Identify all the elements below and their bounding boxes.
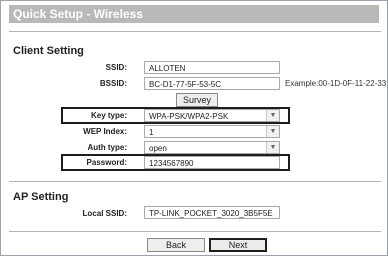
- divider: [9, 31, 381, 32]
- password-label: Password:: [86, 158, 127, 167]
- ap-setting-heading: AP Setting: [13, 191, 69, 203]
- auth-type-label: Auth type:: [87, 143, 127, 152]
- bssid-example-hint: Example:00-1D-0F-11-22-33: [285, 79, 387, 88]
- key-type-label: Key type:: [90, 111, 127, 120]
- next-button[interactable]: Next: [209, 238, 267, 252]
- bssid-input[interactable]: BC-D1-77-5F-53-5C: [144, 77, 280, 90]
- password-input[interactable]: 1234567890: [144, 156, 280, 169]
- wep-index-select[interactable]: 1 ▼: [144, 125, 280, 138]
- ssid-input[interactable]: ALLOTEN: [144, 61, 280, 74]
- survey-button[interactable]: Survey: [176, 93, 218, 107]
- wep-index-label: WEP Index:: [83, 127, 127, 136]
- divider: [9, 231, 381, 232]
- ssid-label: SSID:: [105, 63, 127, 72]
- chevron-down-icon: ▼: [266, 142, 279, 153]
- key-type-select[interactable]: WPA-PSK/WPA2-PSK ▼: [144, 109, 280, 122]
- local-ssid-label: Local SSID:: [82, 209, 127, 218]
- chevron-down-icon: ▼: [266, 126, 279, 137]
- local-ssid-input[interactable]: TP-LINK_POCKET_3020_3B5F5E: [144, 206, 280, 219]
- window-title: Quick Setup - Wireless: [13, 7, 143, 21]
- title-bar: Quick Setup - Wireless: [9, 5, 379, 23]
- auth-type-select[interactable]: open ▼: [144, 141, 280, 154]
- quick-setup-panel: Quick Setup - Wireless Client Setting SS…: [0, 0, 388, 256]
- chevron-down-icon: ▼: [266, 110, 279, 121]
- divider: [9, 181, 381, 182]
- auth-type-value: open: [149, 144, 167, 153]
- back-button[interactable]: Back: [147, 238, 205, 252]
- key-type-value: WPA-PSK/WPA2-PSK: [149, 112, 229, 121]
- client-setting-heading: Client Setting: [13, 45, 84, 57]
- bssid-label: BSSID:: [99, 79, 127, 88]
- wep-index-value: 1: [149, 128, 154, 137]
